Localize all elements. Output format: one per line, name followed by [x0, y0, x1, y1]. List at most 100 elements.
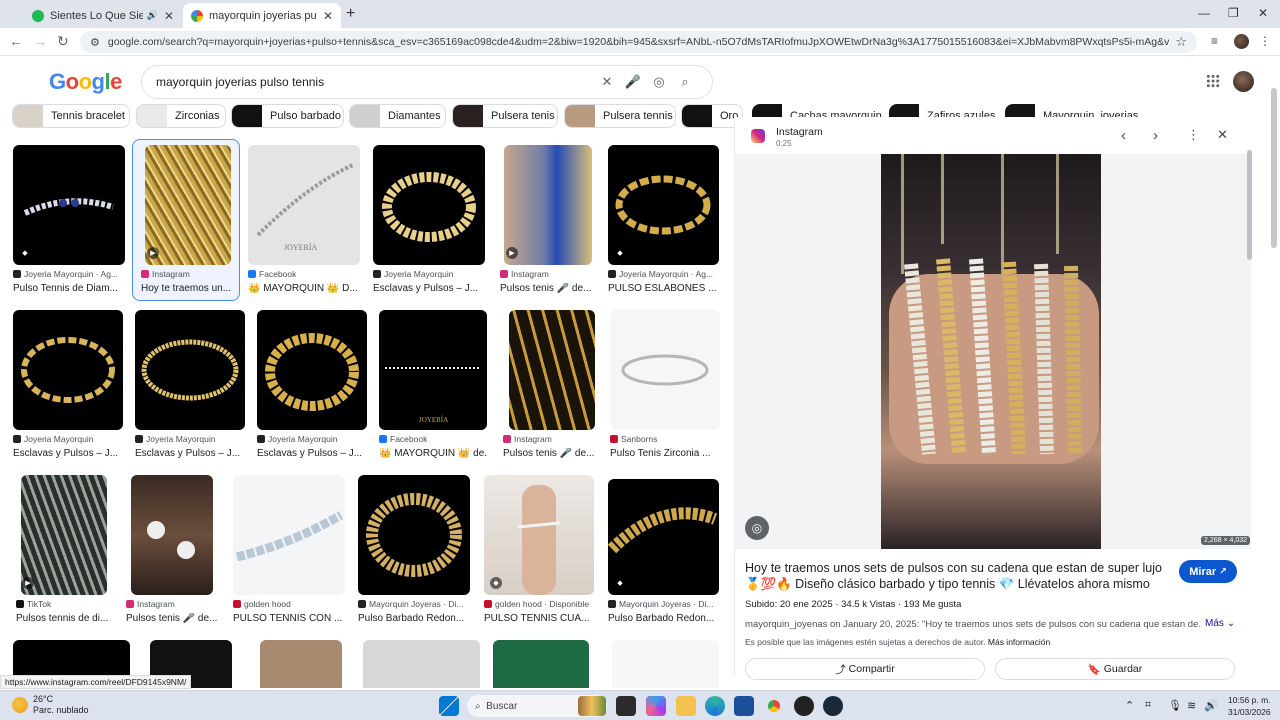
result-title[interactable]: PULSO ESLABONES ...	[608, 283, 719, 294]
result-title[interactable]: Pulsos tennis de di...	[16, 613, 116, 624]
result-thumbnail[interactable]	[358, 475, 470, 595]
wifi-icon[interactable]: ≋	[1187, 699, 1196, 712]
result-thumbnail[interactable]	[610, 310, 720, 430]
close-tab-icon[interactable]: ✕	[323, 9, 333, 23]
chip-zirconias[interactable]: Zirconias	[136, 104, 226, 128]
microphone-icon[interactable]: 🎤	[620, 74, 646, 90]
lens-search-icon[interactable]: ◎	[745, 516, 769, 540]
tray-app-icon[interactable]: ⌗	[1145, 699, 1151, 712]
result-thumbnail[interactable]	[13, 145, 125, 265]
result-title[interactable]: Pulso Barbado Redon...	[358, 613, 470, 624]
bookmark-star-icon[interactable]: ☆	[1175, 34, 1187, 50]
lens-icon[interactable]: ◎	[646, 74, 672, 90]
image-result[interactable]: ▶ TikTok Pulsos tennis de di...	[16, 475, 116, 625]
chrome-icon[interactable]	[764, 696, 784, 716]
result-thumbnail[interactable]	[608, 479, 719, 595]
weather-icon[interactable]	[12, 697, 28, 713]
google-logo[interactable]: Google	[49, 69, 122, 95]
image-result-selected[interactable]: ▶ Instagram Hoy te traemos un...	[141, 145, 233, 295]
chip-diamantes[interactable]: Diamantes	[349, 104, 446, 128]
result-thumbnail[interactable]	[373, 145, 485, 265]
result-title[interactable]: Pulso Barbado Redon...	[608, 613, 720, 624]
google-apps-icon[interactable]	[1206, 74, 1220, 88]
result-thumbnail[interactable]	[260, 640, 342, 688]
tab-spotify[interactable]: Sientes Lo Que Siento - Vo 🔊 ✕	[24, 3, 182, 28]
result-title[interactable]: PULSO TENNIS CUA...	[484, 613, 596, 624]
panel-source-name[interactable]: Instagram	[776, 126, 823, 138]
result-thumbnail[interactable]	[608, 145, 719, 265]
result-title[interactable]: 👑 MAYORQUIN 👑 de...	[379, 448, 487, 459]
share-button[interactable]: ⤴ Compartir	[745, 658, 985, 680]
result-thumbnail[interactable]	[233, 475, 345, 595]
restore-icon[interactable]: ❐	[1228, 6, 1239, 20]
result-thumbnail[interactable]	[493, 640, 589, 688]
browser-profile-avatar[interactable]	[1234, 34, 1249, 49]
clear-icon[interactable]: ✕	[594, 74, 620, 90]
image-result[interactable]: JOYERÍA Facebook 👑 MAYORQUIN 👑 D...	[248, 145, 360, 295]
reading-list-icon[interactable]: ≡	[1211, 34, 1218, 48]
result-thumbnail[interactable]	[131, 475, 213, 595]
image-result[interactable]: Joyeria Mayorquin Esclavas y Pulsos – J.…	[13, 310, 123, 460]
result-title[interactable]: Pulsos tenis 🎤 de...	[126, 613, 221, 624]
save-button[interactable]: 🔖 Guardar	[995, 658, 1235, 680]
image-result[interactable]: Joyeria Mayorquin Esclavas y Pulsos – J.…	[135, 310, 245, 460]
tab-google-search[interactable]: mayorquin joyerias pulso tenni ✕	[183, 3, 341, 28]
steam-icon[interactable]	[823, 696, 843, 716]
image-result[interactable]: Instagram Pulsos tenis 🎤 de...	[503, 310, 595, 460]
image-result[interactable]: JOYERÍA Facebook 👑 MAYORQUIN 👑 de...	[379, 310, 487, 460]
mirar-button[interactable]: Mirar ↗	[1179, 560, 1237, 583]
chip-pulso-barbado[interactable]: Pulso barbado	[231, 104, 344, 128]
speaker-icon[interactable]: 🔊	[147, 10, 158, 21]
minimize-icon[interactable]: —	[1198, 6, 1210, 20]
result-thumbnail[interactable]	[484, 475, 594, 595]
result-title[interactable]: Esclavas y Pulsos – J...	[257, 448, 367, 459]
system-clock[interactable]: 10:56 p. m. 31/03/2026	[1228, 694, 1271, 718]
result-thumbnail[interactable]: JOYERÍA	[379, 310, 487, 430]
copilot-icon[interactable]	[646, 696, 666, 716]
more-button[interactable]: Más ⌄	[1205, 618, 1235, 629]
image-result[interactable]: Sanborns Pulso Tenis Zirconia ...	[610, 310, 720, 460]
new-tab-icon[interactable]: +	[346, 5, 355, 23]
result-title[interactable]: Pulsos tenis 🎤 de...	[500, 283, 592, 294]
forward-icon[interactable]: →	[33, 33, 47, 49]
result-title[interactable]: Esclavas y Pulsos – J...	[13, 448, 123, 459]
account-avatar[interactable]	[1233, 71, 1254, 92]
file-explorer-icon[interactable]	[676, 696, 696, 716]
weather-condition[interactable]: Parc. nublado	[33, 705, 89, 715]
result-thumbnail[interactable]	[363, 640, 480, 688]
more-options-icon[interactable]: ⋮	[1187, 127, 1200, 143]
search-box[interactable]: mayorquin joyerias pulso tennis ✕ 🎤 ◎ ⌕	[141, 65, 713, 99]
site-info-icon[interactable]: ⚙	[90, 36, 100, 49]
task-view-icon[interactable]	[616, 696, 636, 716]
close-tab-icon[interactable]: ✕	[164, 9, 174, 23]
result-title[interactable]: Pulso Tennis de Diam...	[13, 283, 125, 294]
result-title[interactable]: PULSO TENNIS CON ...	[233, 613, 345, 624]
result-title[interactable]: 👑 MAYORQUIN 👑 D...	[248, 283, 360, 294]
result-thumbnail[interactable]	[504, 145, 592, 265]
chip-pulsera-tenis[interactable]: Pulsera tenis	[452, 104, 558, 128]
image-result[interactable]: ◆ Mayorquin Joyeras · Di... Pulso Barbad…	[608, 475, 720, 625]
image-result[interactable]: Joyeria Mayorquin Esclavas y Pulsos – J.…	[257, 310, 367, 460]
chrome-profile-icon[interactable]	[794, 696, 814, 716]
result-thumbnail[interactable]	[257, 310, 367, 430]
image-result[interactable]: Joyeria Mayorquin Esclavas y Pulsos – J.…	[373, 145, 485, 295]
image-result[interactable]: golden hood PULSO TENNIS CON ...	[233, 475, 345, 625]
chip-pulsera-tennis[interactable]: Pulsera tennis	[564, 104, 676, 128]
search-input[interactable]: mayorquin joyerias pulso tennis	[156, 75, 594, 89]
weather-temperature[interactable]: 26°C	[33, 694, 53, 704]
address-url[interactable]: google.com/search?q=mayorquin+joyerias+p…	[108, 36, 1169, 48]
result-thumbnail[interactable]	[13, 310, 123, 430]
page-scrollbar[interactable]	[1271, 88, 1277, 248]
start-menu-icon[interactable]	[439, 696, 459, 716]
result-thumbnail[interactable]	[135, 310, 245, 430]
result-thumbnail[interactable]	[21, 475, 107, 595]
microphone-tray-icon[interactable]: 🎙	[1168, 699, 1182, 712]
result-title[interactable]: Esclavas y Pulsos – J...	[373, 283, 485, 294]
result-title[interactable]: Pulsos tenis 🎤 de...	[503, 448, 595, 459]
search-icon[interactable]: ⌕	[672, 74, 698, 90]
reload-icon[interactable]: ↻	[57, 33, 69, 50]
result-title[interactable]: Esclavas y Pulsos – J...	[135, 448, 245, 459]
back-icon[interactable]: ←	[9, 33, 23, 49]
image-result[interactable]: ◆ Joyeria Mayorquin · Ag... PULSO ESLABO…	[608, 145, 719, 295]
post-caption[interactable]: Hoy te traemos unos sets de pulsos con s…	[745, 560, 1165, 592]
